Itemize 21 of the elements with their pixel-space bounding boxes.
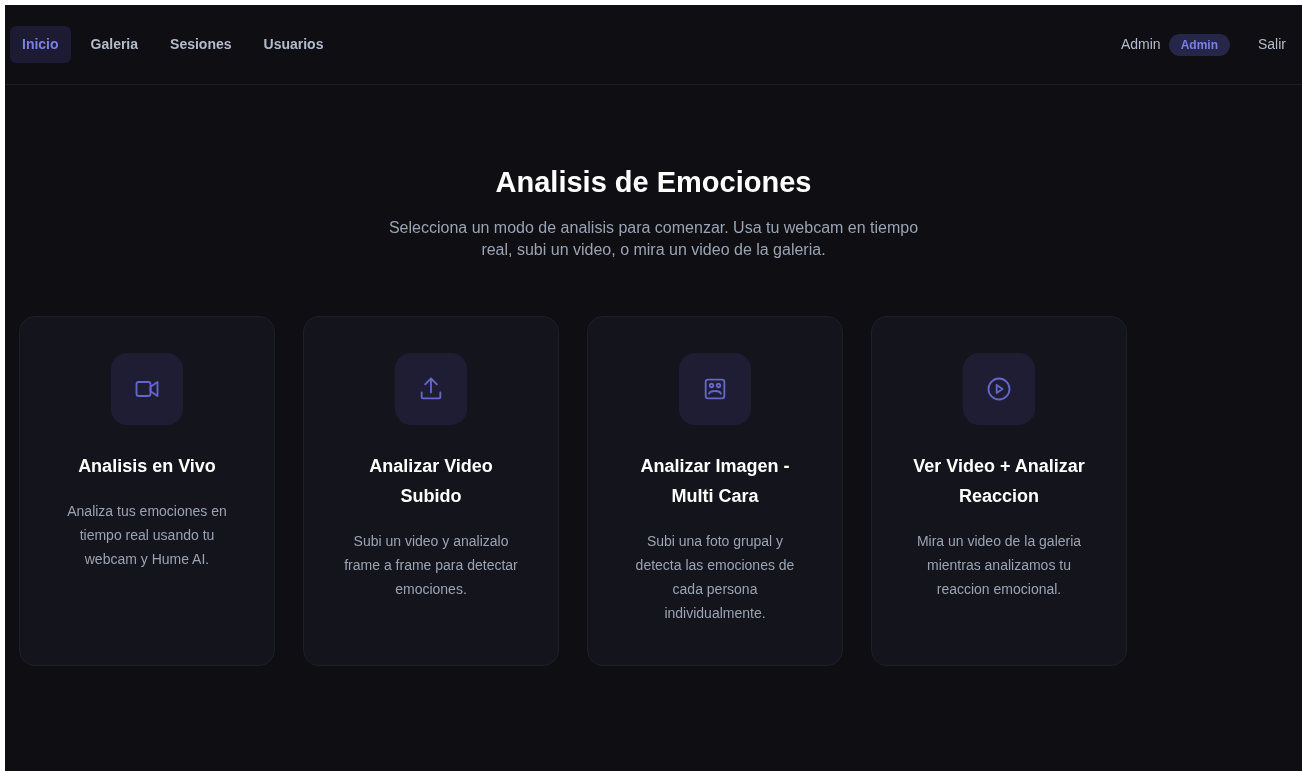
card-title: Analizar Video Subido bbox=[368, 454, 494, 508]
card-title: Analisis en Vivo bbox=[77, 454, 217, 478]
logout-link[interactable]: Salir bbox=[1258, 34, 1286, 55]
card-title: Ver Video + Analizar Reaccion bbox=[912, 454, 1086, 508]
user-name: Admin bbox=[1120, 35, 1161, 54]
page-subtitle: Selecciona un modo de analisis para comenzar. Usa tu webcam en tiempo real, subi un video, o mira un video de la galeria. bbox=[387, 217, 920, 260]
card-description: Subi una foto grupal y detecta las emociones de cada persona individualmente. bbox=[634, 531, 796, 623]
mode-card[interactable]: Analizar Imagen - Multi Cara Subi una foto grupal y detecta las emociones de cada persona individualmente. bbox=[587, 315, 843, 666]
card-description: Mira un video de la galeria mientras analizamos tu reaccion emocional. bbox=[915, 531, 1083, 599]
card-description: Subi un video y analizalo frame a frame para detectar emociones. bbox=[343, 531, 519, 599]
page-title: Analisis de Emociones bbox=[495, 165, 812, 200]
mode-card[interactable]: Analizar Video Subido Subi un video y analizalo frame a frame para detectar emociones. bbox=[303, 315, 559, 666]
nav-tab[interactable]: Inicio bbox=[10, 26, 71, 63]
role-badge: Admin bbox=[1168, 33, 1230, 56]
mode-card[interactable]: Analisis en Vivo Analiza tus emociones en tiempo real usando tu webcam y Hume AI. bbox=[19, 315, 275, 666]
nav-tab[interactable]: Usuarios bbox=[251, 26, 336, 63]
mode-card[interactable]: Ver Video + Analizar Reaccion Mira un video de la galeria mientras analizamos tu reaccion emocional. bbox=[871, 315, 1127, 666]
card-description: Analiza tus emociones en tiempo real usando tu webcam y Hume AI. bbox=[66, 501, 228, 569]
nav-tab[interactable]: Sesiones bbox=[158, 26, 244, 63]
nav-tab[interactable]: Galeria bbox=[78, 26, 151, 63]
card-title: Analizar Imagen - Multi Cara bbox=[639, 454, 791, 508]
